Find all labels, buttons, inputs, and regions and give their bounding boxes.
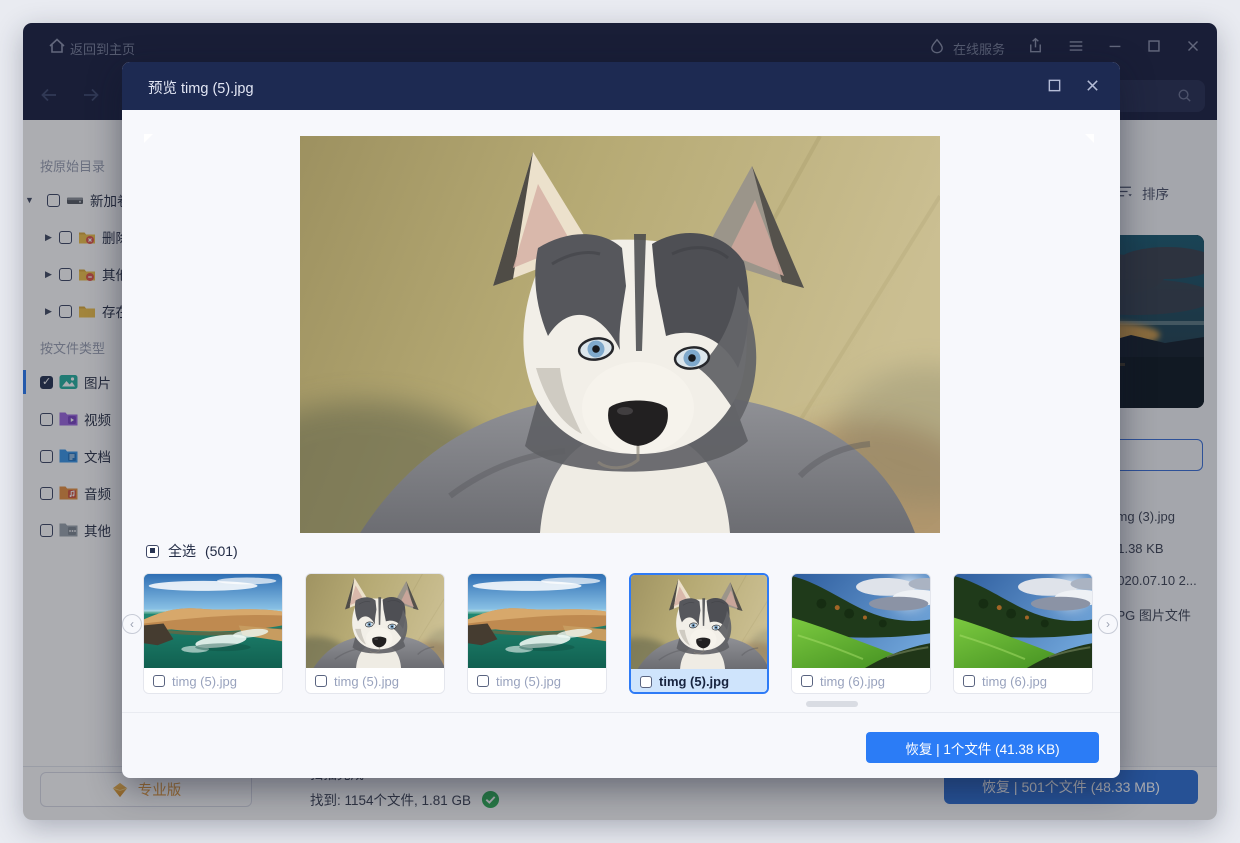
thumbnail-image-husky: [631, 575, 767, 669]
select-all-checkbox[interactable]: [146, 545, 159, 558]
preview-modal: 预览 timg (5).jpg 全选 (501) ‹ › timg (5).jp…: [122, 62, 1120, 778]
thumbnail-checkbox[interactable]: [477, 675, 489, 687]
thumbnail-image-hill: [792, 574, 930, 668]
thumbnail-filename: timg (5).jpg: [172, 674, 237, 689]
thumbnail-filename: timg (5).jpg: [496, 674, 561, 689]
select-all-control[interactable]: 全选 (501): [146, 541, 238, 561]
thumbnail-card[interactable]: timg (6).jpg: [953, 573, 1093, 694]
modal-title: 预览 timg (5).jpg: [148, 77, 254, 98]
carousel-next-icon[interactable]: ›: [1098, 614, 1118, 634]
thumbnail-filename: timg (5).jpg: [334, 674, 399, 689]
thumbnail-checkbox[interactable]: [963, 675, 975, 687]
thumbnail-checkbox[interactable]: [801, 675, 813, 687]
select-all-count: (501): [205, 543, 238, 559]
thumbnail-image-coast: [468, 574, 606, 668]
thumbnail-checkbox[interactable]: [640, 676, 652, 688]
modal-close-icon[interactable]: [1085, 78, 1100, 98]
select-all-label: 全选: [168, 541, 196, 561]
modal-header: 预览 timg (5).jpg: [122, 62, 1120, 110]
thumbnail-image-coast: [144, 574, 282, 668]
thumbnail-image-hill: [954, 574, 1092, 668]
recover-selected-button[interactable]: 恢复 | 1个文件 (41.38 KB): [866, 732, 1099, 763]
thumbnail-filename: timg (5).jpg: [659, 674, 729, 689]
thumbnail-checkbox[interactable]: [315, 675, 327, 687]
thumbnail-card[interactable]: timg (5).jpg: [467, 573, 607, 694]
carousel-prev-icon[interactable]: ‹: [122, 614, 142, 634]
thumbnail-filename: timg (6).jpg: [982, 674, 1047, 689]
thumbnail-filename: timg (6).jpg: [820, 674, 885, 689]
thumbnail-scrollbar[interactable]: [806, 701, 858, 707]
thumbnail-card[interactable]: timg (6).jpg: [791, 573, 931, 694]
preview-corner-mark-right: [1085, 134, 1094, 143]
modal-footer-divider: [122, 712, 1120, 713]
modal-maximize-icon[interactable]: [1047, 78, 1062, 98]
thumbnail-card-selected[interactable]: timg (5).jpg: [629, 573, 769, 694]
thumbnail-card[interactable]: timg (5).jpg: [143, 573, 283, 694]
thumbnail-image-husky: [306, 574, 444, 668]
preview-corner-mark-left: [144, 134, 153, 143]
thumbnail-card[interactable]: timg (5).jpg: [305, 573, 445, 694]
thumbnail-checkbox[interactable]: [153, 675, 165, 687]
preview-image: [300, 136, 940, 533]
